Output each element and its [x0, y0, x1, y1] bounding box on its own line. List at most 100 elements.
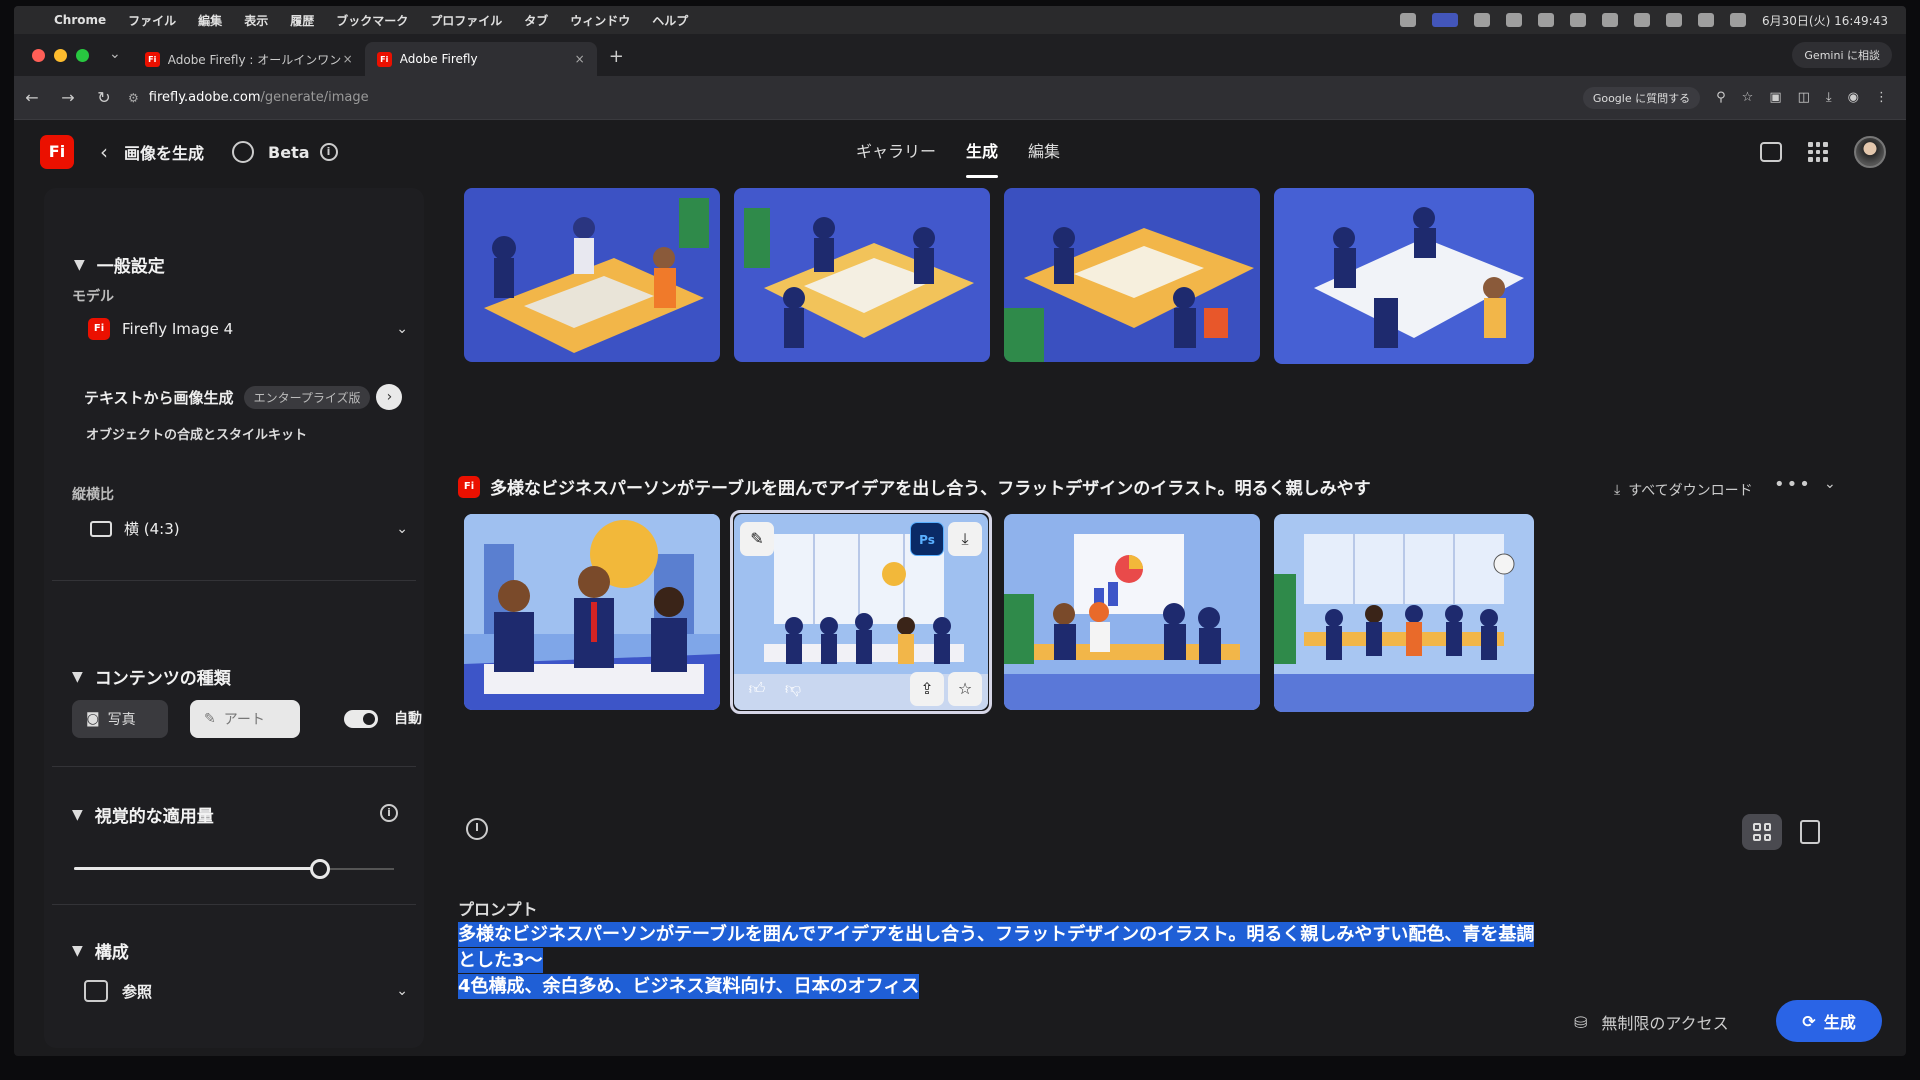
history-icon[interactable]: [466, 818, 488, 840]
puzzle-extensions-icon[interactable]: ◫: [1798, 90, 1810, 105]
close-window-button[interactable]: [32, 49, 45, 62]
new-tab-button[interactable]: +: [597, 46, 636, 76]
menu-history[interactable]: 履歴: [290, 12, 314, 29]
art-chip[interactable]: ✎ アート: [190, 700, 300, 738]
minimize-window-button[interactable]: [54, 49, 67, 62]
chevron-down-icon[interactable]: ⌄: [1824, 476, 1836, 492]
profile-icon[interactable]: ◉: [1848, 90, 1859, 105]
wifi-icon[interactable]: [1666, 13, 1683, 27]
extension-icon[interactable]: ▣: [1769, 90, 1781, 105]
bookmark-star-icon[interactable]: ☆: [1742, 90, 1754, 105]
address-bar[interactable]: ⚙ firefly.adobe.com/generate/image: [128, 90, 1583, 105]
chrome-menu-icon[interactable]: ⋮: [1875, 90, 1888, 105]
favorite-star-button[interactable]: ☆: [948, 672, 982, 706]
tab-adobe-firefly-allinone[interactable]: Fi Adobe Firefly : オールインワン ×: [133, 42, 365, 76]
thumbs-down-icon[interactable]: 👎︎: [776, 672, 810, 706]
nav-generate[interactable]: 生成: [966, 120, 999, 184]
status-icon[interactable]: [1602, 13, 1619, 27]
chevron-down-icon: ⌄: [396, 520, 408, 537]
menu-bookmarks[interactable]: ブックマーク: [336, 12, 408, 29]
nav-gallery[interactable]: ギャラリー: [856, 120, 936, 184]
menu-profiles[interactable]: プロファイル: [430, 12, 502, 29]
google-lens-button[interactable]: Google に質問する: [1582, 86, 1701, 109]
site-info-icon[interactable]: ⚙: [128, 91, 139, 105]
beta-toggle[interactable]: [232, 141, 255, 163]
photo-chip[interactable]: ◙ 写真: [72, 700, 168, 738]
menu-app-name[interactable]: Chrome: [54, 13, 106, 27]
menu-tab[interactable]: タブ: [524, 12, 548, 29]
prompt-input[interactable]: 多様なビジネスパーソンがテーブルを囲んでアイデアを出し合う、フラットデザインのイ…: [458, 922, 1548, 1000]
status-icon[interactable]: [1570, 13, 1587, 27]
reload-icon[interactable]: ↻: [86, 88, 122, 107]
t2i-label: テキストから画像生成: [84, 388, 234, 407]
generated-image[interactable]: [464, 188, 720, 362]
generated-image[interactable]: [734, 188, 990, 362]
generated-image[interactable]: [1004, 188, 1260, 362]
generated-image[interactable]: [1274, 188, 1534, 364]
generated-image[interactable]: [1274, 514, 1534, 712]
reference-select[interactable]: 参照 ⌄: [84, 980, 408, 1002]
gemini-button[interactable]: Gemini に相談: [1792, 42, 1892, 68]
download-button[interactable]: ⤓: [948, 522, 982, 556]
menubar-clock[interactable]: 6月30日(火) 16:49:43: [1762, 12, 1888, 29]
content-type-header[interactable]: ▼ コンテンツの種類: [72, 664, 231, 690]
generated-image[interactable]: [464, 514, 720, 710]
chevron-right-icon[interactable]: ›: [376, 384, 403, 410]
mac-menubar: Chrome ファイル 編集 表示 履歴 ブックマーク プロファイル タブ ウィ…: [14, 6, 1906, 34]
firefly-logo[interactable]: Fi: [40, 135, 74, 169]
control-center-icon[interactable]: [1730, 13, 1747, 27]
status-icon[interactable]: [1400, 13, 1417, 27]
apps-grid-icon[interactable]: [1808, 142, 1828, 162]
auto-toggle[interactable]: [344, 710, 378, 728]
download-all-button[interactable]: ⤓ すべてダウンロード: [1614, 480, 1753, 500]
battery-icon[interactable]: [1698, 13, 1715, 27]
menu-file[interactable]: ファイル: [128, 12, 176, 29]
status-icon[interactable]: [1474, 13, 1491, 27]
edit-pencil-button[interactable]: ✎: [740, 522, 774, 556]
forward-arrow-icon[interactable]: →: [50, 88, 86, 107]
divider: [52, 580, 416, 581]
back-chevron-icon[interactable]: ‹: [100, 140, 108, 164]
generate-button[interactable]: ⟳ 生成: [1776, 1000, 1882, 1042]
download-icon[interactable]: ⤓: [1826, 90, 1832, 105]
unlimited-access[interactable]: ⛁ 無制限のアクセス: [1574, 1010, 1729, 1034]
menu-edit[interactable]: 編集: [198, 12, 222, 29]
feedback-icon[interactable]: [1760, 142, 1782, 162]
menu-help[interactable]: ヘルプ: [652, 12, 688, 29]
close-tab-icon[interactable]: ×: [343, 52, 353, 66]
info-icon[interactable]: i: [380, 804, 398, 822]
auto-label: 自動: [394, 711, 422, 727]
menu-view[interactable]: 表示: [244, 12, 268, 29]
firefly-header: Fi ‹ 画像を生成 Beta i ギャラリー 生成 編集: [14, 120, 1906, 184]
screen-share-icon[interactable]: [1432, 13, 1459, 27]
visual-intensity-slider-thumb[interactable]: [310, 859, 331, 879]
avatar[interactable]: [1854, 136, 1886, 168]
section-title: コンテンツの種類: [94, 669, 231, 689]
general-settings-header[interactable]: ▼ 一般設定: [74, 252, 165, 278]
more-options-icon[interactable]: •••: [1774, 474, 1812, 495]
composition-header[interactable]: ▼ 構成: [72, 938, 129, 964]
generated-image[interactable]: [1004, 514, 1260, 710]
single-view-icon[interactable]: [1800, 820, 1820, 844]
bluetooth-icon[interactable]: [1634, 13, 1651, 27]
nav-edit[interactable]: 編集: [1028, 120, 1060, 184]
text-to-image-row[interactable]: テキストから画像生成 エンタープライズ版 ›: [84, 384, 403, 410]
photoshop-button[interactable]: Ps: [910, 522, 944, 556]
tab-adobe-firefly[interactable]: Fi Adobe Firefly ×: [364, 42, 597, 76]
aspect-ratio-select[interactable]: 横 (4:3) ⌄: [90, 518, 408, 539]
tab-search-chevron-icon[interactable]: ⌄: [103, 46, 133, 76]
status-icon[interactable]: [1506, 13, 1523, 27]
grid-view-button[interactable]: [1742, 814, 1782, 850]
back-arrow-icon[interactable]: ←: [14, 88, 50, 107]
model-select[interactable]: Fi Firefly Image 4 ⌄: [88, 318, 408, 340]
visual-intensity-header[interactable]: ▼ 視覚的な適用量: [72, 802, 214, 828]
maximize-window-button[interactable]: [76, 49, 89, 62]
close-tab-icon[interactable]: ×: [575, 52, 585, 66]
menu-window[interactable]: ウィンドウ: [570, 12, 630, 29]
share-button[interactable]: ⇪: [910, 672, 944, 706]
browser-tab-strip: ⌄ Fi Adobe Firefly : オールインワン × Fi Adobe …: [14, 34, 1906, 76]
thumbs-up-icon[interactable]: 👍︎: [740, 672, 774, 706]
dropbox-icon[interactable]: [1538, 13, 1555, 27]
zoom-icon[interactable]: ⚲: [1716, 90, 1726, 105]
beta-info-icon[interactable]: i: [319, 143, 338, 161]
